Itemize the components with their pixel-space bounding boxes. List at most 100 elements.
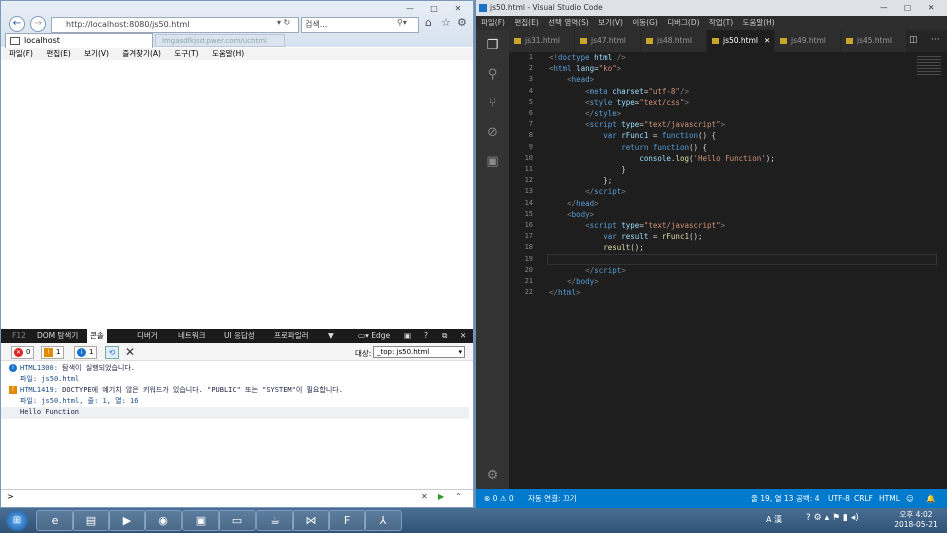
filezilla-taskbar-icon[interactable]: F — [328, 510, 366, 531]
problems-count[interactable]: ⊗ 0 ⚠ 0 — [484, 489, 514, 508]
target-select[interactable]: _top: js50.html ▾ — [373, 346, 465, 358]
address-bar[interactable]: http://localhost:8080/js50.html — [51, 17, 299, 33]
menu-help[interactable]: 도움말(H) — [743, 18, 775, 27]
message-file-link[interactable]: 파일: js50.html, 줄: 1, 열: 16 — [20, 397, 138, 405]
expand-icon[interactable]: ⌃ — [455, 490, 462, 504]
menu-file[interactable]: 파일(F) — [9, 49, 33, 58]
menu-view[interactable]: 보기(V) — [84, 49, 109, 58]
tab-label: js47.html — [591, 36, 627, 45]
close-icon[interactable]: ✕ — [928, 0, 934, 16]
explorer-taskbar-icon[interactable]: ▤ — [72, 510, 110, 531]
chrome-taskbar-icon[interactable]: ◉ — [144, 510, 182, 531]
gear-icon[interactable]: ⚙ — [485, 468, 500, 483]
tab-js45[interactable]: js45.html — [841, 30, 907, 52]
menu-go[interactable]: 이동(G) — [632, 18, 657, 27]
menu-edit[interactable]: 편집(E) — [514, 18, 538, 27]
close-icon[interactable]: ✕ — [453, 4, 463, 14]
menu-view[interactable]: 보기(V) — [598, 18, 623, 27]
undock-icon[interactable]: ⧉ — [439, 329, 450, 343]
tab-localhost[interactable]: localhost — [5, 33, 153, 48]
clear-input-icon[interactable]: ✕ — [421, 490, 428, 504]
tab-close-icon[interactable]: ✕ — [764, 30, 770, 52]
error-filter[interactable]: ✕ 0 — [11, 346, 35, 359]
more-icon[interactable]: ··· — [931, 35, 940, 45]
back-icon[interactable]: ← — [9, 16, 25, 32]
tab-js48[interactable]: js48.html — [641, 30, 707, 52]
menu-debug[interactable]: 디버그(D) — [667, 18, 699, 27]
source-control-icon[interactable]: ⑂ — [485, 96, 500, 111]
bell-icon[interactable]: 🔔 — [926, 489, 935, 508]
devtools-close-icon[interactable]: ✕ — [457, 329, 469, 343]
clock[interactable]: 오후 4:02 2018-05-21 — [888, 510, 944, 530]
encoding[interactable]: UTF-8 — [828, 489, 850, 508]
ie-menubar: 파일(F) 편집(E) 보기(V) 즐겨찾기(A) 도구(T) 도움말(H) — [1, 48, 473, 60]
code-editor[interactable]: 1 2 3 4 5 6 7 8 9 10 11 12 13 14 15 16 17 18 19 20 21 22 <!do… — [509, 52, 947, 489]
ime-indicator[interactable]: A 漢 — [766, 514, 782, 525]
menu-tools[interactable]: 도구(T) — [174, 49, 198, 58]
console-icon[interactable]: ▣ — [401, 329, 414, 343]
auto-attach-status[interactable]: 자동 연결: 끄기 — [528, 489, 577, 508]
tab-js50[interactable]: js50.html ✕ — [707, 30, 775, 52]
indentation[interactable]: 공백: 4 — [796, 489, 819, 508]
run-icon[interactable]: ▶ — [438, 490, 444, 504]
language-mode[interactable]: HTML — [879, 489, 900, 508]
window-title: js50.html - Visual Studio Code — [490, 3, 603, 12]
warning-filter[interactable]: ! 1 — [41, 346, 65, 359]
forward-icon[interactable]: → — [30, 16, 46, 32]
maximize-icon[interactable]: □ — [904, 0, 911, 16]
info-filter[interactable]: i1 — [74, 346, 98, 359]
tab-console[interactable]: 콘솔 — [87, 329, 107, 343]
tab-js31[interactable]: js31.html — [509, 30, 575, 52]
maximize-icon[interactable]: □ — [429, 4, 439, 14]
tray-icons[interactable]: ? ⚙ ▴ ⚑ ▮ ◂) — [806, 513, 859, 523]
clear-on-navigate-icon[interactable]: ⟲ — [105, 346, 119, 359]
tab-profiler[interactable]: 프로파일러 — [271, 329, 312, 343]
tab-js47[interactable]: js47.html — [575, 30, 641, 52]
help-icon[interactable]: ? — [421, 329, 431, 343]
star-icon[interactable]: ☆ — [441, 16, 451, 29]
cursor-position[interactable]: 줄 19, 열 13 — [751, 489, 793, 508]
menu-edit[interactable]: 편집(E) — [46, 49, 70, 58]
search-icon[interactable]: ⚲ — [485, 67, 500, 82]
edge-label: Edge — [371, 331, 391, 340]
java-taskbar-icon[interactable]: ☕ — [256, 510, 294, 531]
message-file-link[interactable]: 파일: js50.html — [20, 375, 79, 383]
clear-console-icon[interactable]: ✕ — [125, 345, 135, 359]
tab-ui-responsiveness[interactable]: UI 응답성 — [221, 329, 258, 343]
split-editor-icon[interactable]: ◫ — [909, 35, 918, 45]
app-taskbar-icon[interactable]: ▣ — [182, 510, 220, 531]
home-icon[interactable]: ⌂ — [425, 16, 432, 29]
menu-file[interactable]: 파일(F) — [481, 18, 505, 27]
vscode-taskbar-icon[interactable]: ⋈ — [292, 510, 330, 531]
start-button[interactable]: ⊞ — [6, 510, 28, 531]
minimize-icon[interactable]: — — [405, 4, 415, 14]
extensions-icon[interactable]: ▣ — [485, 154, 500, 169]
minimap[interactable] — [917, 56, 941, 76]
tab-debugger[interactable]: 디버거 — [134, 329, 161, 343]
minimize-icon[interactable]: — — [880, 0, 888, 16]
console-input[interactable]: > ✕ ▶ ⌃ — [1, 489, 473, 505]
tab-js49[interactable]: js49.html — [775, 30, 841, 52]
ie-taskbar-icon[interactable]: e — [36, 510, 74, 531]
line-ending[interactable]: CRLF — [854, 489, 873, 508]
search-icon[interactable]: ⚲▾ — [397, 18, 407, 27]
explorer-icon[interactable]: ❐ — [485, 38, 500, 53]
more-tabs-icon[interactable]: ▼ — [325, 329, 337, 343]
menu-help[interactable]: 도움말(H) — [212, 49, 244, 58]
devtools-tabs: F12 DOM 탐색기 콘솔 디버거 네트워크 UI 응답성 프로파일러 ▼ ▭… — [1, 329, 473, 343]
debug-icon[interactable]: ⊘ — [485, 125, 500, 140]
refresh-icon[interactable]: ▾ ↻ — [277, 18, 290, 27]
cmd-taskbar-icon[interactable]: ▭ — [218, 510, 256, 531]
smiley-icon[interactable]: ☺ — [906, 489, 914, 508]
tab-network[interactable]: 네트워크 — [175, 329, 209, 343]
tab-dom[interactable]: DOM 탐색기 — [34, 329, 81, 343]
gear-icon[interactable]: ⚙ — [457, 16, 467, 29]
tab-label: js48.html — [657, 36, 693, 45]
emulation-dropdown[interactable]: ▭▾ Edge — [355, 329, 393, 343]
menu-tasks[interactable]: 작업(T) — [709, 18, 733, 27]
tab-blank[interactable]: lmgasdfkjsd:pwer.com/uchtml — [155, 34, 285, 47]
pdf-taskbar-icon[interactable]: ⅄ — [364, 510, 402, 531]
menu-favorites[interactable]: 즐겨찾기(A) — [122, 49, 161, 58]
menu-selection[interactable]: 선택 영역(S) — [548, 18, 589, 27]
media-taskbar-icon[interactable]: ▶ — [108, 510, 146, 531]
